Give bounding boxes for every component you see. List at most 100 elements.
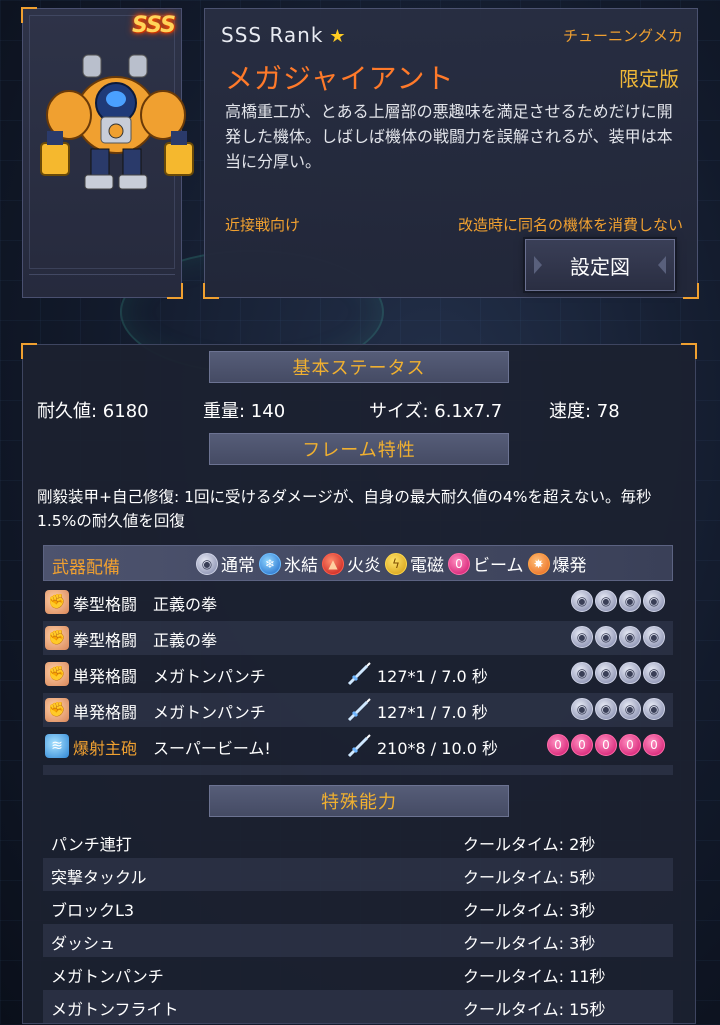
mecha-name: メガジャイアント: [225, 62, 455, 95]
corner-decoration: [21, 7, 37, 23]
weapon-name: 正義の拳: [153, 595, 218, 614]
weapon-row[interactable]: ✊ 拳型格闘 正義の拳 ◉ ◉ ◉ ◉: [43, 585, 673, 619]
ability-name: ブロックL3: [51, 901, 135, 920]
legend-electric: ϟ 電磁: [385, 551, 444, 576]
sword-icon: [345, 660, 373, 688]
ability-cooldown: クールタイム: 2秒: [463, 835, 596, 854]
beam-element-icon: 0: [448, 552, 470, 575]
fire-element-icon: ▲: [322, 552, 344, 575]
ability-name: パンチ連打: [51, 835, 132, 854]
corner-decoration: [21, 343, 37, 359]
weapon-stats: 127*1 / 7.0 秒: [377, 703, 488, 722]
tuning-mecha-label: チューニングメカ: [562, 27, 683, 45]
weapon-slots: ◉ ◉ ◉ ◉: [571, 698, 667, 720]
mecha-info-panel: SSS Rank ★ チューニングメカ メガジャイアント 限定版 高橋重工が、とあ…: [203, 8, 699, 299]
ability-name: メガトンパンチ: [51, 967, 164, 986]
weapon-slots: ◉ ◉ ◉ ◉: [571, 590, 667, 612]
normal-slot-icon: ◉: [571, 662, 593, 684]
corner-decoration: [683, 283, 699, 299]
size-stat: サイズ: 6.1x7.7: [369, 401, 503, 422]
weapon-row[interactable]: ✊ 単発格闘 メガトンパンチ 127*1 / 7.0 秒 ◉ ◉ ◉ ◉: [43, 657, 673, 691]
cannon-icon: ≋: [45, 734, 69, 758]
normal-slot-icon: ◉: [619, 626, 641, 648]
ability-cooldown: クールタイム: 3秒: [463, 934, 596, 953]
legend-label: 電磁: [410, 556, 444, 576]
sword-icon: [345, 696, 373, 724]
weapon-row[interactable]: ≋ 爆射主砲 スーパービーム! 210*8 / 10.0 秒00000: [43, 729, 673, 763]
weapon-name: メガトンパンチ: [153, 667, 266, 686]
ability-cooldown: クールタイム: 11秒: [463, 967, 606, 986]
limited-edition-label: 限定版: [619, 67, 679, 91]
special-ability-row[interactable]: ブロックL3 クールタイム: 3秒: [43, 891, 673, 924]
legend-label: 通常: [221, 556, 255, 576]
weapon-category: 爆射主砲: [73, 739, 138, 758]
normal-element-icon: ◉: [196, 552, 218, 575]
ability-name: 突撃タックル: [51, 868, 147, 887]
special-ability-row[interactable]: パンチ連打 クールタイム: 2秒: [43, 825, 673, 858]
beam-slot-icon: 0: [643, 734, 665, 756]
special-ability-row[interactable]: メガトンフライト クールタイム: 15秒: [43, 990, 673, 1023]
normal-slot-icon: ◉: [571, 590, 593, 612]
weapon-name: メガトンパンチ: [153, 703, 266, 722]
stats-panel[interactable]: 基本ステータス 耐久値: 6180 重量: 140 サイズ: 6.1x7.7 速…: [21, 343, 697, 1025]
weapon-row-partial: [43, 765, 673, 775]
blast-element-icon: ✸: [527, 552, 550, 575]
legend-ice: ❄ 氷結: [259, 551, 318, 576]
weapon-name: 正義の拳: [153, 631, 218, 650]
normal-slot-icon: ◉: [571, 698, 593, 720]
legend-fire: ▲ 火炎: [322, 551, 381, 576]
legend-label: ビーム: [473, 556, 524, 576]
fist-icon: ✊: [45, 662, 69, 686]
normal-slot-icon: ◉: [595, 698, 617, 720]
legend-beam: 0 ビーム: [448, 551, 524, 576]
special-ability-row[interactable]: 突撃タックル クールタイム: 5秒: [43, 858, 673, 891]
basic-status-header: 基本ステータス: [209, 351, 509, 383]
beam-slot-icon: 0: [595, 734, 617, 756]
blueprint-button[interactable]: 設定図: [525, 239, 675, 291]
rank-text: SSS Rank: [221, 23, 324, 47]
normal-slot-icon: ◉: [595, 662, 617, 684]
special-ability-row[interactable]: ダッシュ クールタイム: 3秒: [43, 924, 673, 957]
element-legend: ◉ 通常 ❄ 氷結 ▲ 火炎 ϟ 電磁 0 ビーム ✸ 爆発: [196, 551, 591, 576]
weapon-loadout-title: 武器配備: [52, 558, 120, 578]
legend-normal: ◉ 通常: [196, 551, 255, 576]
weapon-category: 拳型格闘: [73, 595, 138, 614]
sword-icon: [345, 732, 373, 760]
fist-icon: ✊: [45, 698, 69, 722]
durability-stat: 耐久値: 6180: [37, 401, 149, 422]
special-ability-list[interactable]: パンチ連打 クールタイム: 2秒 突撃タックル クールタイム: 5秒 ブロックL3 クール…: [43, 825, 673, 1025]
melee-tag: 近接戦向け: [225, 216, 301, 234]
normal-slot-icon: ◉: [595, 626, 617, 648]
fist-icon: ✊: [45, 626, 69, 650]
weight-stat: 重量: 140: [203, 401, 286, 422]
weapon-slots: 00000: [547, 734, 667, 756]
special-ability-row[interactable]: メガトンパンチ クールタイム: 11秒: [43, 957, 673, 990]
corner-decoration: [203, 283, 219, 299]
normal-slot-icon: ◉: [643, 662, 665, 684]
weapon-list[interactable]: ✊ 拳型格闘 正義の拳 ◉ ◉ ◉ ◉ ✊ 拳型格闘 正義の拳 ◉ ◉ ◉ ◉ ✊ 単発格闘 メガトンパンチ 12…: [43, 585, 673, 775]
weapon-row[interactable]: ✊ 単発格闘 メガトンパンチ 127*1 / 7.0 秒 ◉ ◉ ◉ ◉: [43, 693, 673, 727]
mecha-portrait-card[interactable]: SSS: [21, 7, 194, 299]
weapon-slots: ◉ ◉ ◉ ◉: [571, 626, 667, 648]
legend-label: 火炎: [347, 556, 381, 576]
legend-label: 爆発: [552, 556, 587, 576]
ability-cooldown: クールタイム: 5秒: [463, 868, 596, 887]
ability-cooldown: クールタイム: 15秒: [463, 1000, 606, 1019]
rank-badge: SSS: [132, 13, 176, 38]
legend-blast: ✸ 爆発: [527, 551, 587, 576]
speed-stat: 速度: 78: [549, 401, 620, 422]
normal-slot-icon: ◉: [595, 590, 617, 612]
beam-slot-icon: 0: [571, 734, 593, 756]
weapon-row[interactable]: ✊ 拳型格闘 正義の拳 ◉ ◉ ◉ ◉: [43, 621, 673, 655]
weapon-category: 拳型格闘: [73, 631, 138, 650]
weapon-slots: ◉ ◉ ◉ ◉: [571, 662, 667, 684]
frame-trait-text: 剛毅装甲+自己修復: 1回に受けるダメージが、自身の最大耐久値の4%を超えない。…: [37, 488, 652, 530]
no-consume-tag: 改造時に同名の機体を消費しない: [457, 216, 683, 234]
beam-slot-icon: 0: [619, 734, 641, 756]
portrait-footer: [29, 274, 175, 291]
weapon-stats: 210*8 / 10.0 秒: [377, 739, 498, 758]
weapon-stats: 127*1 / 7.0 秒: [377, 667, 488, 686]
special-ability-header: 特殊能力: [209, 785, 509, 817]
rank-line: SSS Rank ★: [221, 23, 347, 47]
ability-name: メガトンフライト: [51, 1000, 179, 1019]
